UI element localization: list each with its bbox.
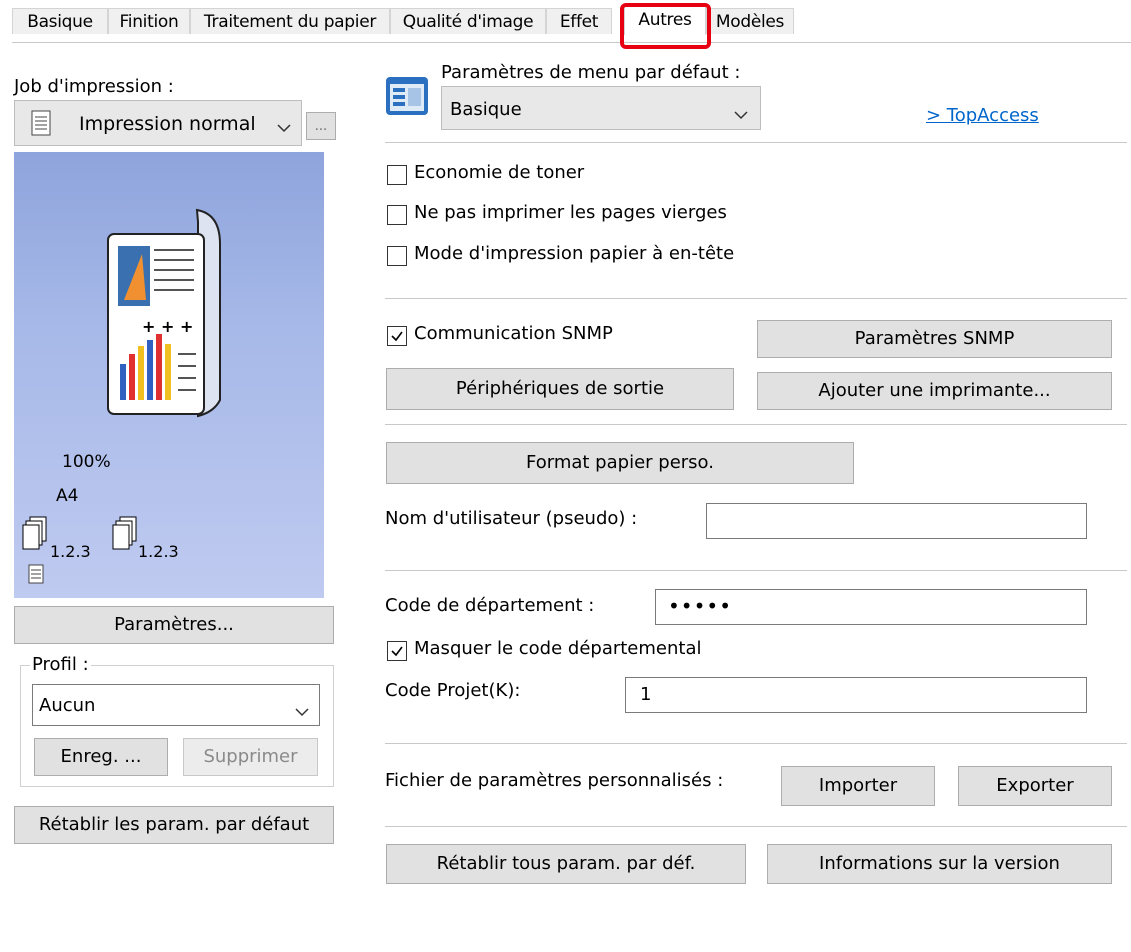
custom-paper-size-button[interactable]: Format papier perso. (386, 442, 854, 484)
checkmark-icon (391, 331, 403, 342)
snmp-label: Communication SNMP (414, 323, 613, 344)
toner-economy-label: Economie de toner (414, 162, 585, 183)
snmp-settings-button[interactable]: Paramètres SNMP (757, 320, 1112, 358)
job-select[interactable]: Impression normal (14, 100, 302, 146)
version-info-button[interactable]: Informations sur la version (767, 844, 1112, 884)
tab-finition[interactable]: Finition (108, 8, 190, 34)
menu-settings-select[interactable]: Basique (441, 86, 761, 130)
username-input[interactable] (706, 503, 1087, 539)
letterhead-mode-checkbox[interactable] (387, 246, 407, 266)
chevron-down-icon (277, 117, 291, 138)
document-preview-icon: + + + (102, 204, 232, 428)
settings-button[interactable]: Paramètres... (14, 606, 334, 644)
save-profile-button[interactable]: Enreg. ... (34, 738, 168, 776)
menu-settings-icon (385, 76, 429, 120)
tab-basique[interactable]: Basique (12, 8, 108, 34)
restore-all-defaults-button[interactable]: Rétablir tous param. par déf. (386, 844, 746, 884)
import-button[interactable]: Importer (781, 766, 935, 806)
skip-blank-pages-checkbox[interactable] (387, 205, 407, 225)
job-more-button[interactable]: ... (306, 112, 336, 140)
profile-label: Profil : (30, 654, 91, 675)
profile-select[interactable]: Aucun (32, 684, 320, 726)
separator (385, 142, 1127, 143)
print-preview: + + + 100% A4 1.2.3 1.2.3 (14, 152, 324, 598)
department-code-label: Code de département : (385, 595, 595, 616)
menu-settings-value: Basique (450, 99, 522, 120)
checkmark-icon (391, 646, 403, 657)
project-code-label: Code Projet(K): (385, 680, 521, 701)
tab-highlight (620, 3, 711, 49)
tab-effet[interactable]: Effet (546, 8, 612, 34)
preview-paper-size: A4 (56, 486, 79, 506)
restore-defaults-button[interactable]: Rétablir les param. par défaut (14, 806, 334, 844)
separator (385, 424, 1127, 425)
svg-text:+ + +: + + + (142, 317, 193, 336)
separator (385, 826, 1127, 827)
mask-department-label: Masquer le code départemental (414, 638, 702, 659)
job-label: Job d'impression : (14, 76, 174, 97)
project-code-input[interactable]: 1 (625, 677, 1087, 713)
separator (385, 570, 1127, 571)
custom-settings-file-label: Fichier de paramètres personnalisés : (385, 770, 724, 791)
chevron-down-icon (734, 104, 748, 125)
topaccess-link[interactable]: > TopAccess (926, 105, 1039, 126)
snmp-checkbox[interactable] (387, 326, 407, 346)
small-document-icon (28, 564, 44, 588)
department-code-input[interactable]: ••••• (655, 589, 1087, 625)
export-button[interactable]: Exporter (958, 766, 1112, 806)
collate-label-1: 1.2.3 (50, 542, 91, 561)
preview-zoom: 100% (62, 452, 111, 472)
separator (385, 298, 1127, 299)
profile-select-value: Aucun (39, 695, 96, 716)
chevron-down-icon (295, 701, 309, 722)
collate-icon (22, 516, 52, 554)
separator (385, 743, 1127, 744)
output-devices-button[interactable]: Périphériques de sortie (386, 368, 734, 410)
delete-profile-button[interactable]: Supprimer (183, 738, 318, 776)
job-select-value: Impression normal (79, 113, 256, 135)
username-label: Nom d'utilisateur (pseudo) : (385, 508, 638, 529)
collate-label-2: 1.2.3 (138, 542, 179, 561)
department-code-value: ••••• (668, 594, 732, 618)
add-printer-button[interactable]: Ajouter une imprimante... (757, 372, 1112, 410)
document-icon (31, 110, 51, 141)
tab-traitement-papier[interactable]: Traitement du papier (190, 8, 390, 34)
toner-economy-checkbox[interactable] (387, 165, 407, 185)
skip-blank-pages-label: Ne pas imprimer les pages vierges (414, 202, 727, 223)
tab-qualite-image[interactable]: Qualité d'image (390, 8, 546, 34)
mask-department-checkbox[interactable] (387, 641, 407, 661)
letterhead-mode-label: Mode d'impression papier à en-tête (414, 243, 735, 264)
tab-modeles[interactable]: Modèles (706, 8, 794, 34)
project-code-value: 1 (640, 684, 652, 705)
menu-settings-label: Paramètres de menu par défaut : (441, 62, 741, 83)
